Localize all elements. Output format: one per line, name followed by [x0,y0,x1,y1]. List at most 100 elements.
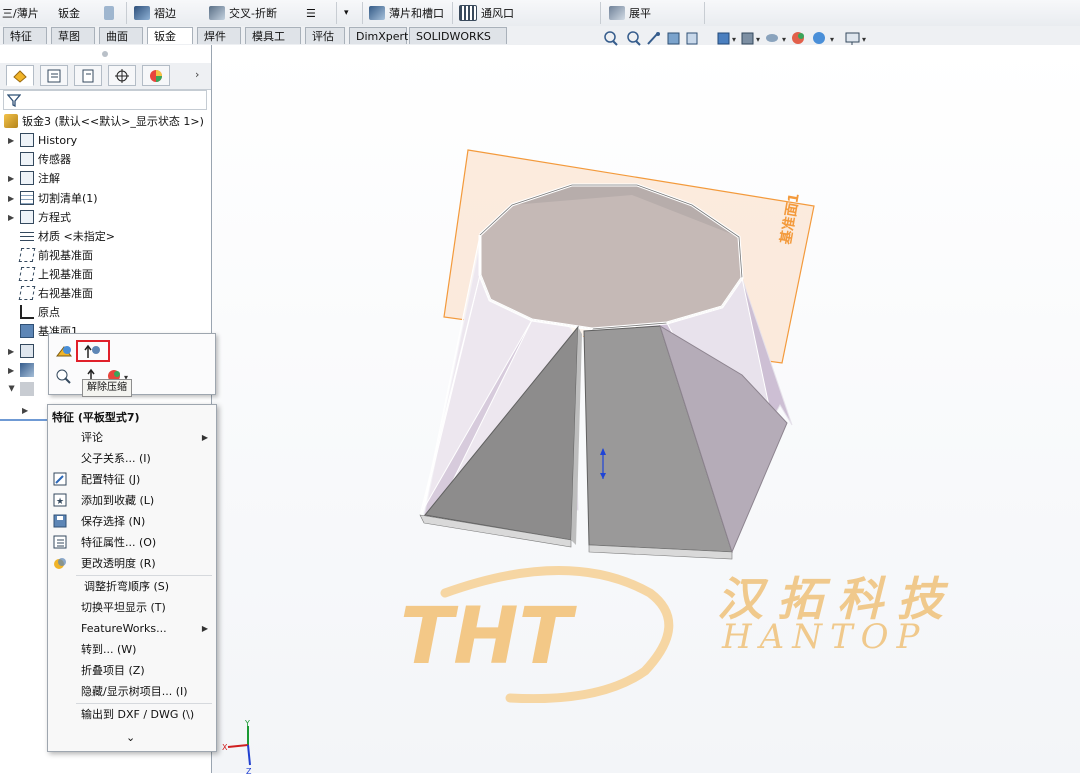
tab-mold-tools[interactable]: 模具工具 [245,27,301,60]
tree-item-hidden-4[interactable]: ▶ [22,401,34,419]
ribbon-cross-break-button[interactable]: 交叉-折断 [209,3,277,23]
context-toolbar: ▾ [48,333,216,395]
tree-item-front-plane[interactable]: 前视基准面 [8,246,93,264]
expand-icon[interactable]: ▶ [8,174,16,183]
ribbon-item-unknown[interactable] [104,3,114,23]
ribbon-dropdown[interactable]: ▾ [344,3,349,23]
feature-properties-icon [53,535,68,549]
tree-item-hidden-1[interactable]: ▶ [8,342,38,360]
menu-item-export-dxf[interactable]: 输出到 DXF / DWG (\) [48,704,216,724]
zoom-to-fit-icon[interactable] [604,31,618,46]
menu-item-add-favorite[interactable]: ★ 添加到收藏 (L) [48,490,216,510]
tab-sheet-metal[interactable]: 钣金 [147,27,193,44]
ribbon-flatten-button[interactable]: 展平 [609,3,651,23]
tab-dimxpert[interactable]: DimXpert [349,27,408,44]
tab-configuration-manager[interactable] [74,65,102,86]
tab-dimxpert-manager[interactable] [108,65,136,86]
menu-item-change-transparency[interactable]: 更改透明度 (R) [48,553,216,573]
reference-triad: Y X Z [222,720,252,775]
panel-grip-icon[interactable] [102,51,108,57]
tree-item-hidden-3[interactable]: ▶ [8,380,38,398]
svg-text:▾: ▾ [782,35,786,44]
ribbon-item-sheetmetal[interactable]: 钣金 [58,3,80,23]
ribbon-vent-button[interactable]: 通风口 [459,3,514,23]
watermark-tht: THT [400,592,577,682]
expand-icon[interactable]: ▶ [8,213,16,222]
menu-item-comment[interactable]: 评论 ▶ [48,427,216,447]
watermark-logo: THT [390,553,710,704]
svg-text:▾: ▾ [830,35,834,44]
save-selection-icon [53,514,68,528]
zoom-selection-icon[interactable] [55,368,71,384]
ribbon-item-sheet[interactable]: 三/薄片 [2,3,39,23]
menu-item-save-selection[interactable]: 保存选择 (N) [48,511,216,531]
dynamic-annotation-icon[interactable] [686,32,698,45]
tree-root[interactable]: 钣金3 (默认<<默认>_显示状态 1>) [4,112,204,130]
tab-property-manager[interactable] [40,65,68,86]
sheet-metal-icon [104,6,114,20]
expand-icon[interactable]: ▶ [8,366,16,375]
menu-item-configure-feature[interactable]: 配置特征 (J) [48,469,216,489]
collapse-icon[interactable]: ▶ [8,385,17,393]
tree-item-origin[interactable]: 原点 [8,303,60,321]
graphics-area[interactable]: ▾ ▾ ▾ ▾ ▾ 基准面1 THT 汉拓科技 HANTOP Y X Z [212,31,1080,775]
menu-item-feature-properties[interactable]: 特征属性... (O) [48,532,216,552]
hide-show-icon[interactable]: ▾ [766,34,786,44]
expand-icon[interactable]: ▶ [8,136,16,145]
tree-item-right-plane[interactable]: 右视基准面 [8,284,93,302]
unsuppress-icon [84,344,100,358]
zoom-area-icon[interactable] [627,31,641,46]
menu-item-bend-order[interactable]: 调整折弯顺序 (S) [48,576,216,596]
tree-item-hidden-2[interactable]: ▶ [8,361,38,379]
ribbon-tab-slot-button[interactable]: 薄片和槽口 [369,3,444,23]
menu-item-featureworks[interactable]: FeatureWorks... ▶ [48,618,216,638]
menu-lines-icon: ☰ [306,6,316,20]
menu-item-toggle-flat-display[interactable]: 切换平坦显示 (T) [48,597,216,617]
tree-item-equations[interactable]: ▶ 方程式 [8,208,71,226]
tab-evaluate[interactable]: 评估 [305,27,345,44]
expand-icon[interactable]: ▶ [8,347,16,356]
tree-item-cut-list[interactable]: ▶ 切割清单(1) [8,189,98,207]
menu-item-collapse-items[interactable]: 折叠项目 (Z) [48,660,216,680]
plane-icon [18,248,36,262]
tab-weldments[interactable]: 焊件 [197,27,241,44]
tab-solidworks-addins[interactable]: SOLIDWORKS 插件 [409,27,507,60]
tree-item-material[interactable]: 材质 <未指定> [8,227,115,245]
ribbon-more-icon[interactable]: ☰ [306,3,316,23]
ribbon-hem-button[interactable]: 褶边 [134,3,176,23]
tab-display-manager[interactable] [142,65,170,86]
svg-text:★: ★ [56,497,64,507]
tab-surface[interactable]: 曲面 [99,27,143,44]
chevron-right-icon[interactable]: › [195,68,199,81]
edit-feature-icon[interactable] [55,344,73,360]
tab-feature-manager[interactable] [6,65,34,86]
view-orientation-icon[interactable]: ▾ [717,32,736,45]
tree-item-top-plane[interactable]: 上视基准面 [8,265,93,283]
command-tabs: 特征 草图 曲面 钣金 焊件 模具工具 评估 DimXpert SOLIDWOR… [0,26,1080,60]
tree-filter[interactable] [3,90,207,110]
display-style-icon[interactable]: ▾ [741,32,760,45]
tree-item-history[interactable]: ▶ History [8,131,77,149]
unsuppress-button[interactable] [76,340,110,362]
tab-sketch[interactable]: 草图 [51,27,95,44]
tab-features[interactable]: 特征 [3,27,47,44]
plane-icon [20,324,34,338]
menu-item-goto[interactable]: 转到... (W) [48,639,216,659]
expand-icon[interactable]: ▶ [22,406,30,415]
previous-view-icon[interactable] [647,32,660,45]
expand-icon[interactable]: ▶ [8,194,16,203]
submenu-arrow-icon: ▶ [201,432,208,442]
edit-appearance-icon[interactable] [792,32,804,44]
equation-icon [20,210,34,224]
menu-item-hide-show-tree[interactable]: 隐藏/显示树项目... (I) [48,681,216,701]
view-settings-icon[interactable]: ▾ [845,32,866,45]
submenu-arrow-icon: ▶ [201,623,208,633]
tree-item-sensors[interactable]: 传感器 [8,150,71,168]
tree-item-annotations[interactable]: ▶ 注解 [8,169,60,187]
filter-icon [7,94,21,107]
menu-more-button[interactable]: ⌄ [48,727,216,747]
cross-break-icon [209,6,225,20]
section-view-icon[interactable] [667,32,680,45]
apply-scene-icon[interactable]: ▾ [813,32,834,44]
menu-item-parent-child[interactable]: 父子关系... (I) [48,448,216,468]
